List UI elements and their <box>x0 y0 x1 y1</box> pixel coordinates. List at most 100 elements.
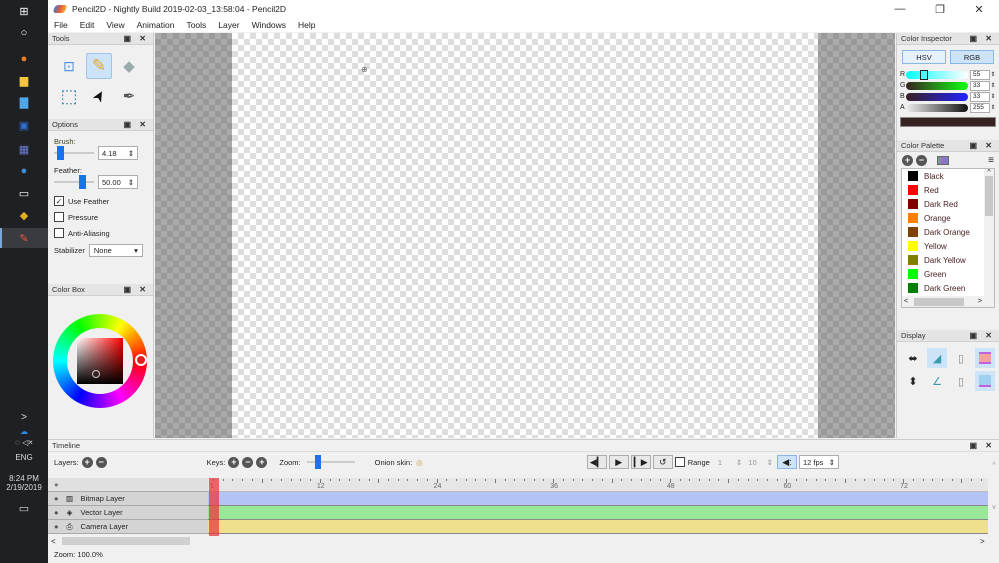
layer-track[interactable] <box>208 492 988 506</box>
timeline-controls[interactable]: ▣ ✕ <box>970 441 995 450</box>
onion-next-icon[interactable]: ▯ <box>951 371 971 391</box>
palette-item[interactable]: Yellow <box>902 239 994 253</box>
loop-button[interactable]: ↺ <box>652 455 673 469</box>
rgb-mode-button[interactable]: RGB <box>950 50 994 64</box>
select-tool-button[interactable]: ⬚ <box>56 83 82 109</box>
flip-vertical-icon[interactable]: ⬍ <box>903 371 923 391</box>
eyedropper-tool-button[interactable]: ✒ <box>116 83 142 109</box>
remove-layer-icon[interactable]: − <box>95 456 107 468</box>
clock-time[interactable]: 8:24 PM <box>0 474 48 483</box>
action-center-icon[interactable]: ▭ <box>0 502 48 515</box>
terminal-icon[interactable]: ▭ <box>14 186 34 200</box>
brush-size-spinbox[interactable]: 4.18 ⇕ <box>98 146 138 160</box>
git-icon[interactable]: ◆ <box>14 208 34 222</box>
palette-item[interactable]: Dark Yellow <box>902 253 994 267</box>
add-key-icon[interactable]: + <box>228 456 240 468</box>
layer-visibility-icon[interactable]: ● <box>54 494 59 503</box>
onion-skin-icon[interactable]: ◎ <box>416 458 423 467</box>
palette-vertical-scrollbar[interactable]: ^ <box>984 169 994 297</box>
timeline-zoom-slider[interactable] <box>306 455 355 469</box>
windows-start-icon[interactable]: ⊞ <box>14 4 34 18</box>
pencil-tool-button[interactable]: ✎ <box>86 53 112 79</box>
hue-picker-handle[interactable] <box>135 354 147 366</box>
red-value[interactable]: 55 <box>970 69 990 80</box>
hsv-mode-button[interactable]: HSV <box>902 50 946 64</box>
sound-toggle-button[interactable]: ◀: <box>776 455 797 469</box>
onion-prev-icon[interactable]: ▯ <box>951 348 971 368</box>
palette-list[interactable]: Black Red Dark Red Orange Dark Orange Yellow D… <box>901 168 995 308</box>
move-tool-button[interactable]: ➤ <box>81 78 117 114</box>
eraser-tool-button[interactable]: ◆ <box>116 53 142 79</box>
red-slider[interactable] <box>906 69 968 80</box>
duplicate-key-icon[interactable]: + <box>256 456 268 468</box>
range-checkbox[interactable] <box>674 457 685 467</box>
palette-horizontal-scrollbar[interactable]: < > <box>902 296 994 307</box>
menu-layer[interactable]: Layer <box>218 20 239 30</box>
pencil2d-taskbar-icon[interactable]: ✎ <box>0 228 48 248</box>
calendar-icon[interactable]: ▦ <box>14 142 34 156</box>
onion-red-icon[interactable] <box>975 348 995 368</box>
visibility-all-icon[interactable]: ● <box>54 480 59 489</box>
play-button[interactable]: ▶ <box>608 455 629 469</box>
palette-item[interactable]: Green <box>902 267 994 281</box>
palette-view-icon[interactable] <box>937 155 949 165</box>
cortana-icon[interactable]: ○ <box>14 26 34 40</box>
color-palette-controls[interactable]: ▣ ✕ <box>970 141 995 150</box>
add-color-icon[interactable]: + <box>902 154 913 166</box>
current-frame-indicator[interactable] <box>209 478 219 536</box>
tray-chevron-icon[interactable]: > <box>0 412 48 423</box>
layer-row[interactable]: ● ▨ Bitmap Layer <box>48 492 208 506</box>
menu-view[interactable]: View <box>106 20 124 30</box>
onion-blue-icon[interactable] <box>975 371 995 391</box>
menu-help[interactable]: Help <box>298 20 315 30</box>
use-feather-checkbox[interactable]: ✓ Use Feather <box>48 193 153 209</box>
sv-picker-handle[interactable] <box>92 370 100 378</box>
network-volume-icon[interactable]: ◌ ◁× <box>0 438 48 447</box>
blue-slider[interactable] <box>906 92 968 101</box>
options-panel-controls[interactable]: ▣ ✕ <box>124 120 149 129</box>
feather-slider[interactable] <box>54 175 94 189</box>
drawing-canvas[interactable]: ⊕ <box>232 33 818 438</box>
palette-item[interactable]: Black <box>902 169 994 183</box>
circle-app-icon[interactable]: ● <box>14 164 34 178</box>
layer-row[interactable]: ● ⎙ Camera Layer <box>48 520 208 534</box>
green-value[interactable]: 33 <box>970 80 990 91</box>
add-layer-icon[interactable]: + <box>81 456 93 468</box>
remove-key-icon[interactable]: − <box>242 456 254 468</box>
layer-visibility-icon[interactable]: ● <box>54 508 59 517</box>
file-explorer-icon[interactable]: ▆ <box>14 73 34 87</box>
flip-horizontal-icon[interactable]: ⬌ <box>903 348 923 368</box>
menu-windows[interactable]: Windows <box>252 20 286 30</box>
timeline-scroll-right-icon[interactable]: > <box>980 537 985 546</box>
overlay-angle-icon[interactable]: ∠ <box>927 371 947 391</box>
alpha-value[interactable]: 255 <box>970 102 990 113</box>
tools-panel-controls[interactable]: ▣ ✕ <box>124 34 149 43</box>
minimize-button[interactable]: — <box>880 0 920 18</box>
close-button[interactable]: ✕ <box>959 0 999 18</box>
color-inspector-controls[interactable]: ▣ ✕ <box>970 34 995 43</box>
stabilizer-dropdown[interactable]: None ▾ <box>88 244 143 257</box>
jump-to-end-button[interactable]: ▎▶ <box>630 455 651 469</box>
saturation-value-square[interactable] <box>77 338 123 384</box>
feather-spinbox[interactable]: 50.00 ⇕ <box>98 175 138 189</box>
language-indicator[interactable]: ENG <box>0 453 48 462</box>
range-start-spinbox[interactable]: 1 <box>718 458 722 467</box>
menu-animation[interactable]: Animation <box>137 20 175 30</box>
jump-to-start-button[interactable]: ◀▎ <box>586 455 607 469</box>
onedrive-icon[interactable]: ☁ <box>0 427 48 436</box>
palette-item[interactable]: Orange <box>902 211 994 225</box>
maximize-button[interactable]: ❐ <box>920 0 960 18</box>
palette-item[interactable]: Dark Orange <box>902 225 994 239</box>
canvas-area[interactable]: ⊕ <box>155 33 895 438</box>
menu-file[interactable]: File <box>54 20 68 30</box>
color-box-controls[interactable]: ▣ ✕ <box>124 285 149 294</box>
layer-track[interactable] <box>208 506 988 520</box>
fps-spinbox[interactable]: 12 fps ⇕ <box>798 455 839 469</box>
outlines-icon[interactable]: ◢ <box>927 348 947 368</box>
clear-tool-button[interactable]: ⊡ <box>56 53 82 79</box>
range-end-spinbox[interactable]: 10 <box>748 458 756 467</box>
palette-item[interactable]: Red <box>902 183 994 197</box>
brush-slider[interactable] <box>54 146 94 160</box>
layer-row[interactable]: ● ◈ Vector Layer <box>48 506 208 520</box>
palette-menu-icon[interactable]: ≡ <box>988 155 994 166</box>
